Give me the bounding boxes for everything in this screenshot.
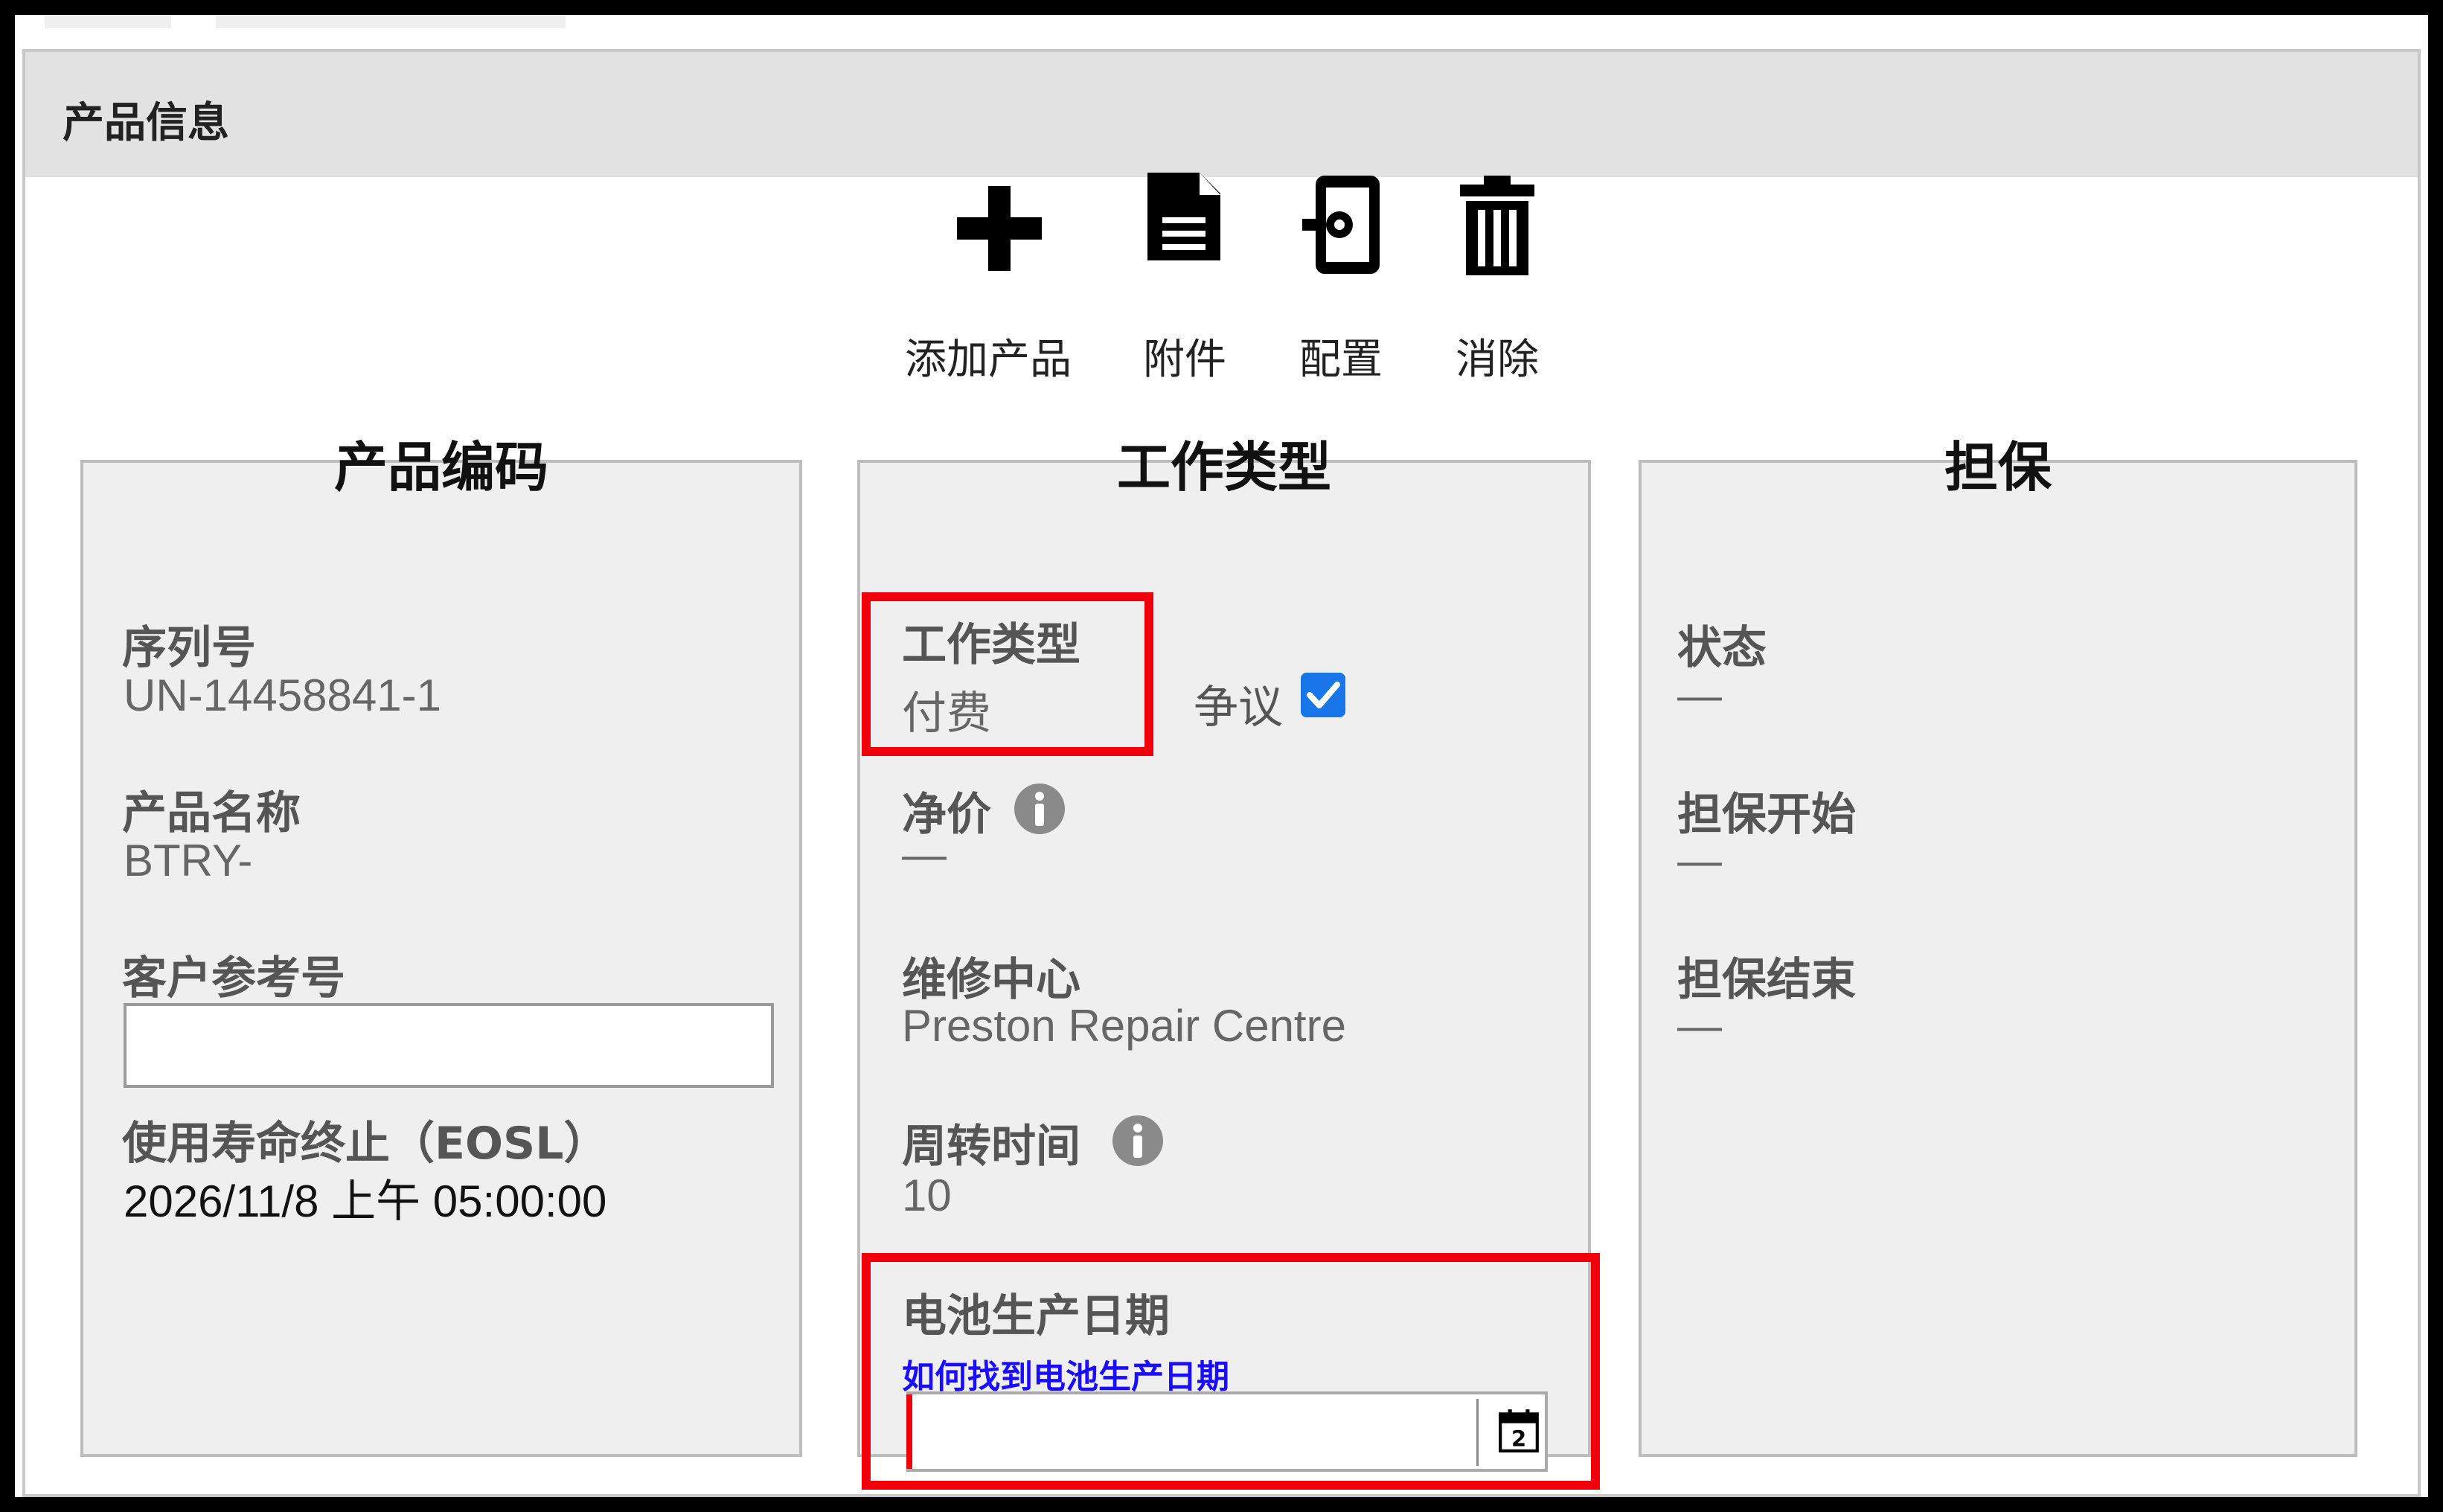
serial-number-value: UN-14458841-1 — [124, 670, 441, 720]
product-code-group: 产品编码 序列号 UN-14458841-1 产品名称 BTRY- 客户参考号 … — [80, 441, 802, 1457]
trash-icon — [1460, 176, 1534, 275]
warranty-title: 担保 — [1944, 436, 2052, 499]
warranty-end-label: 担保结束 — [1677, 954, 1856, 1006]
info-icon[interactable] — [1112, 1115, 1164, 1167]
turnaround-label: 周转时间 — [902, 1121, 1080, 1173]
clear-button[interactable]: 消除 — [1400, 156, 1594, 394]
product-code-title: 产品编码 — [333, 436, 548, 499]
customer-ref-input[interactable] — [124, 1003, 774, 1088]
dispute-label: 争议 — [1194, 682, 1283, 732]
repair-center-value: Preston Repair Centre — [902, 1001, 1346, 1051]
warranty-start-label: 担保开始 — [1677, 789, 1856, 841]
customer-ref-label: 客户参考号 — [122, 952, 345, 1005]
add-product-button[interactable]: 添加产品 — [891, 156, 1085, 394]
warranty-status-value: — — [1677, 670, 1722, 720]
eosl-value: 2026/11/8 上午 05:00:00 — [124, 1176, 607, 1226]
serial-number-label: 序列号 — [122, 622, 256, 674]
product-name-label: 产品名称 — [122, 787, 301, 839]
net-price-value: — — [902, 830, 947, 880]
warranty-end-value: — — [1677, 1001, 1722, 1051]
repair-center-label: 维修中心 — [902, 954, 1080, 1006]
plus-icon — [957, 186, 1042, 271]
work-type-title: 工作类型 — [1116, 436, 1331, 499]
warranty-group: 担保 状态 — 担保开始 — 担保结束 — — [1639, 441, 2357, 1457]
add-product-label: 添加产品 — [905, 336, 1072, 384]
work-type-highlight — [862, 592, 1153, 756]
dispute-checkbox[interactable] — [1301, 673, 1345, 717]
top-tab-strip — [45, 15, 171, 28]
clear-label: 消除 — [1456, 336, 1539, 384]
turnaround-value: 10 — [902, 1170, 952, 1220]
info-icon[interactable] — [1014, 783, 1066, 835]
panel-title: 产品信息 — [63, 99, 229, 147]
warranty-status-label: 状态 — [1677, 622, 1767, 674]
top-tab-strip — [216, 15, 566, 28]
battery-date-highlight — [862, 1253, 1600, 1490]
eosl-label: 使用寿命终止（EOSL） — [122, 1118, 609, 1170]
warranty-start-value: — — [1677, 836, 1722, 885]
product-name-value: BTRY- — [124, 836, 253, 885]
